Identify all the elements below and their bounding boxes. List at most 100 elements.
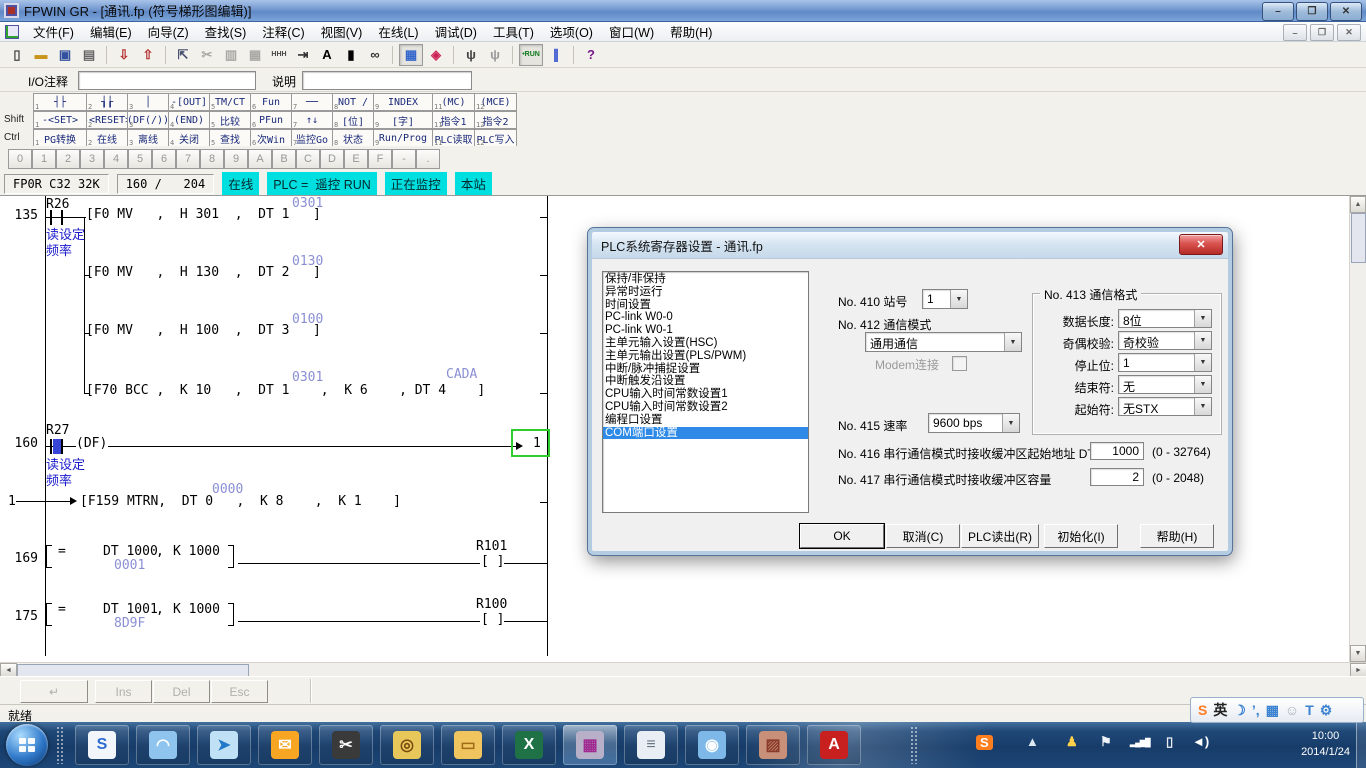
hex-key[interactable]: 1 xyxy=(32,149,56,169)
chevron-down-icon[interactable]: ▼ xyxy=(1194,376,1211,393)
mail-taskbar-icon[interactable]: ✉ xyxy=(258,725,312,765)
notepad-taskbar-icon[interactable]: ≡ xyxy=(624,725,678,765)
print-icon[interactable]: ▤ xyxy=(78,45,100,65)
select-mode-icon[interactable]: ⇱ xyxy=(172,45,194,65)
fn-key[interactable]: 5比较 xyxy=(209,111,251,129)
fpwin-gr-taskbar-icon[interactable]: ▦ xyxy=(563,725,617,765)
fn-key[interactable]: 2-<RESET> xyxy=(86,111,128,129)
skin-icon[interactable]: T xyxy=(1305,703,1314,717)
adobe-reader-taskbar-icon[interactable]: A xyxy=(807,725,861,765)
network-icon[interactable]: ▂▄▆█ xyxy=(1130,739,1150,747)
modem-checkbox[interactable] xyxy=(952,356,967,371)
scroll-down-icon[interactable]: ▼ xyxy=(1350,645,1366,662)
punctuation-icon[interactable]: ’, xyxy=(1252,703,1260,717)
list-item[interactable]: 中断触发沿设置 xyxy=(603,375,808,388)
download-to-plc-icon[interactable]: ⇩ xyxy=(113,45,135,65)
list-item[interactable]: 主单元输出设置(PLS/PWM) xyxy=(603,350,808,363)
fn-key[interactable]: 8[位] xyxy=(332,111,374,129)
snipping-tool-taskbar-icon[interactable]: ✂ xyxy=(319,725,373,765)
hex-key[interactable]: B xyxy=(272,149,296,169)
cancel-button[interactable]: 取消(C) xyxy=(886,524,960,548)
scroll-right-icon[interactable]: ► xyxy=(1350,663,1366,677)
hex-key[interactable]: 5 xyxy=(128,149,152,169)
fn-key[interactable]: 12PLC写入 xyxy=(474,129,517,147)
fn-key[interactable]: 5查找 xyxy=(209,129,251,147)
menu-item[interactable]: 选项(O) xyxy=(542,20,601,43)
language-bar[interactable]: S英☽’,▦☺T⚙ xyxy=(1190,697,1364,723)
mdi-restore-icon[interactable]: ❐ xyxy=(1310,24,1334,41)
mdi-minimize-icon[interactable]: – xyxy=(1283,24,1307,41)
dialog-title-bar[interactable]: PLC系统寄存器设置 - 通讯.fp ✕ xyxy=(592,232,1228,259)
enter-key-button[interactable]: ↵ xyxy=(20,680,88,703)
fn-key[interactable]: 3│ xyxy=(127,93,169,111)
fn-key[interactable]: 8状态 xyxy=(332,129,374,147)
text-comment-icon[interactable]: A xyxy=(316,45,338,65)
fn-key[interactable]: 11指令1 xyxy=(432,111,475,129)
scroll-up-icon[interactable]: ▲ xyxy=(1350,196,1366,213)
chevron-down-icon[interactable]: ▼ xyxy=(1194,332,1211,349)
baud-rate-select[interactable]: 9600 bps▼ xyxy=(928,413,1020,433)
soft-keyboard-icon[interactable]: ▦ xyxy=(1266,703,1279,717)
comm-mode-select[interactable]: 通用通信▼ xyxy=(865,332,1022,352)
copy-icon[interactable]: ▥ xyxy=(220,45,242,65)
restore-icon[interactable]: ❐ xyxy=(1296,2,1328,21)
sogou-logo-icon[interactable]: S xyxy=(1198,703,1207,717)
fn-key[interactable]: 6Fun xyxy=(250,93,292,111)
list-item[interactable]: 中断/脉冲捕捉设置 xyxy=(603,363,808,376)
initialize-button[interactable]: 初始化(I) xyxy=(1044,524,1118,548)
fn-key[interactable]: 6次Win xyxy=(250,129,292,147)
list-item[interactable]: 编程口设置 xyxy=(603,414,808,427)
browser-taskbar-icon[interactable]: ◠ xyxy=(136,725,190,765)
hex-key[interactable]: - xyxy=(392,149,416,169)
upload-from-plc-icon[interactable]: ⇧ xyxy=(137,45,159,65)
fullhalf-moon-icon[interactable]: ☽ xyxy=(1233,703,1246,717)
menu-item[interactable]: 调试(D) xyxy=(427,20,485,43)
hex-key[interactable]: D xyxy=(320,149,344,169)
open-file-icon[interactable]: ▬ xyxy=(30,45,52,65)
fn-key[interactable]: 11(MC) xyxy=(432,93,475,111)
help-icon[interactable]: ? xyxy=(580,45,602,65)
fn-key[interactable]: 12指令2 xyxy=(474,111,517,129)
device-monitor-icon[interactable]: ◈ xyxy=(425,45,447,65)
list-item[interactable]: CPU输入时间常数设置1 xyxy=(603,388,808,401)
hex-key[interactable]: . xyxy=(416,149,440,169)
menu-item[interactable]: 向导(Z) xyxy=(140,20,197,43)
chevron-down-icon[interactable]: ▼ xyxy=(1194,398,1211,415)
hummingbird-app-taskbar-icon[interactable]: ➤ xyxy=(197,725,251,765)
ok-button[interactable]: OK xyxy=(800,524,884,548)
delete-key-button[interactable]: Del xyxy=(153,680,210,703)
close-icon[interactable]: ✕ xyxy=(1179,234,1223,255)
comm-format-select[interactable]: 奇校验▼ xyxy=(1118,331,1212,350)
hex-key[interactable]: 9 xyxy=(224,149,248,169)
buffer-capacity-input[interactable]: 2 xyxy=(1090,468,1144,486)
hex-key[interactable]: F xyxy=(368,149,392,169)
vertical-scrollbar[interactable]: ▲ ▼ xyxy=(1349,196,1366,662)
comm-format-select[interactable]: 1▼ xyxy=(1118,353,1212,372)
hex-key[interactable]: 6 xyxy=(152,149,176,169)
find-icon[interactable]: ∞ xyxy=(364,45,386,65)
input-mode-english-icon[interactable]: 英 xyxy=(1213,703,1227,717)
list-item[interactable]: COM端口设置 xyxy=(603,427,808,440)
offline-mode-icon[interactable]: ψ xyxy=(484,45,506,65)
hex-key[interactable]: E xyxy=(344,149,368,169)
qq-tray-icon[interactable]: ♟ xyxy=(1066,735,1078,748)
comm-format-select[interactable]: 无STX▼ xyxy=(1118,397,1212,416)
register-category-list[interactable]: 保持/非保持异常时运行时间设置PC-link W0-0PC-link W0-1主… xyxy=(602,271,809,513)
fn-key[interactable]: 9Run/Prog xyxy=(373,129,433,147)
chevron-down-icon[interactable]: ▼ xyxy=(1002,414,1019,432)
comm-format-select[interactable]: 无▼ xyxy=(1118,375,1212,394)
safely-remove-icon[interactable]: ▯ xyxy=(1166,735,1173,748)
toolbox-icon[interactable]: ⚙ xyxy=(1320,703,1333,717)
hidden-icons-button[interactable]: ▲ xyxy=(1026,735,1039,748)
hex-key[interactable]: 8 xyxy=(200,149,224,169)
help-button[interactable]: 帮助(H) xyxy=(1140,524,1214,548)
menu-item[interactable]: 帮助(H) xyxy=(662,20,720,43)
description-input[interactable] xyxy=(302,71,472,90)
vscroll-thumb[interactable] xyxy=(1351,213,1366,263)
hex-key[interactable]: 3 xyxy=(80,149,104,169)
excel-taskbar-icon[interactable]: X xyxy=(502,725,556,765)
station-number-select[interactable]: 1▼ xyxy=(922,289,968,309)
fn-key[interactable]: 7↑↓ xyxy=(291,111,333,129)
fn-key[interactable]: 6PFun xyxy=(250,111,292,129)
fn-key[interactable]: 3离线 xyxy=(127,129,169,147)
